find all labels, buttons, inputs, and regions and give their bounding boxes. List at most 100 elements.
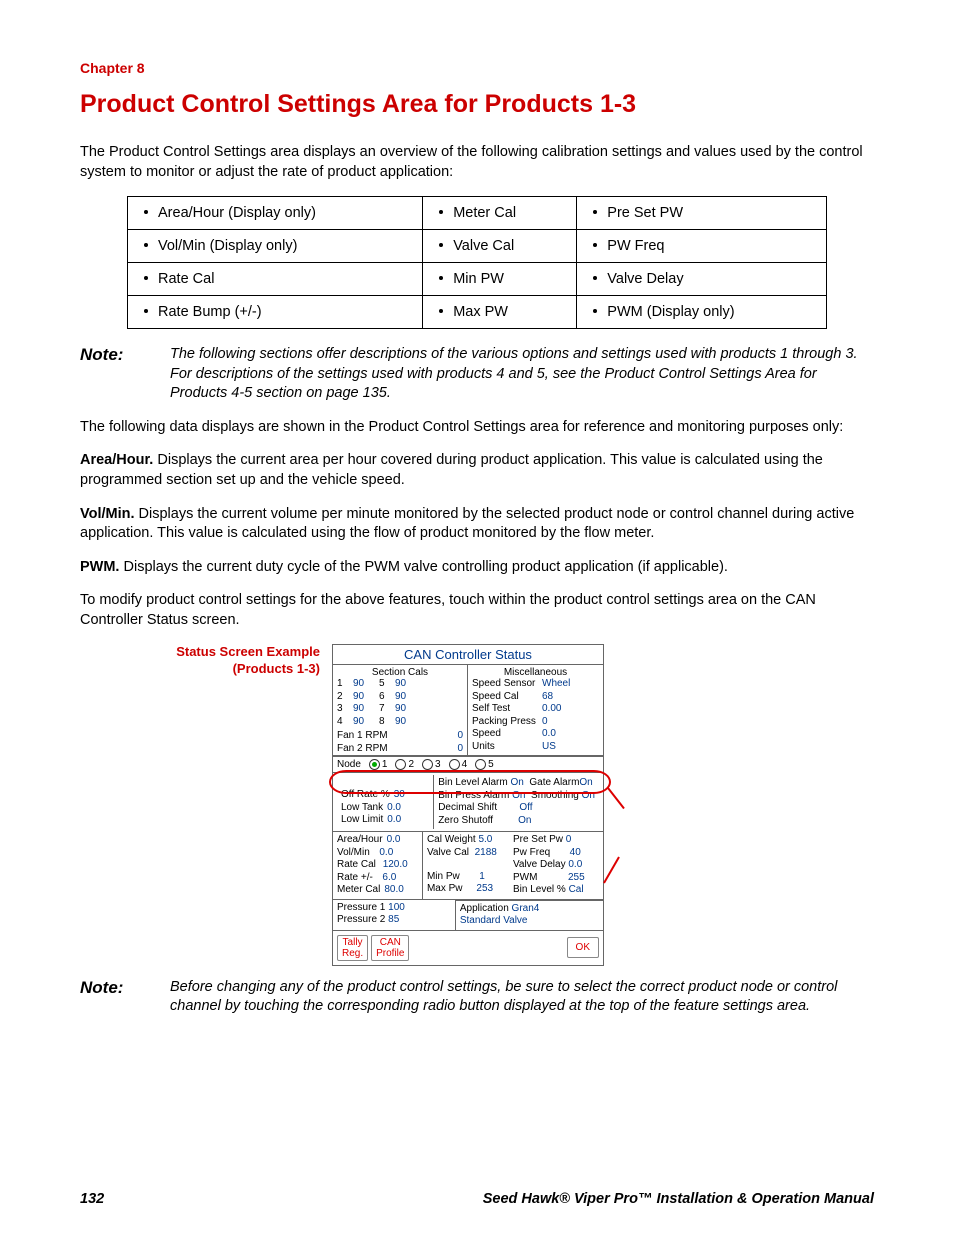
definition-area-hour: Area/Hour. Displays the current area per…	[80, 451, 874, 490]
kv-v: On	[579, 777, 592, 788]
kv-k: Rate Cal	[337, 859, 376, 872]
kv-v: 40	[570, 847, 581, 858]
def-text: Displays the current area per hour cover…	[80, 452, 823, 488]
sec-n: 1	[337, 678, 349, 691]
cell: Valve Delay	[607, 271, 683, 287]
can-profile-button[interactable]: CAN Profile	[371, 935, 409, 961]
kv-k: Bin Level Alarm	[438, 777, 507, 788]
kv-k: Valve Delay	[513, 859, 566, 870]
red-callout-line	[607, 788, 625, 810]
kv-v: 253	[476, 883, 493, 894]
kv-k: Pw Freq	[513, 847, 550, 858]
kv-v: Gran4	[512, 903, 540, 914]
node-label: Node	[337, 759, 361, 770]
node-radio-1[interactable]: 1	[369, 759, 388, 770]
node-radio-3[interactable]: 3	[422, 759, 441, 770]
section-cals-header: Section Cals	[333, 665, 467, 678]
sec-n: 2	[337, 691, 349, 704]
kv-v: 0.0	[387, 814, 401, 827]
kv-v: On	[518, 815, 531, 826]
paragraph: To modify product control settings for t…	[80, 591, 874, 630]
note-text: The following sections offer description…	[170, 345, 874, 404]
kv-k: Max Pw	[427, 883, 463, 894]
note-label: Note:	[80, 345, 170, 404]
bullet-icon	[144, 276, 148, 280]
misc-v: 0	[542, 716, 599, 729]
application-block: Application Gran4 Standard Valve	[455, 900, 603, 930]
bullet-icon	[439, 243, 443, 247]
misc-k: Units	[472, 741, 542, 754]
def-text: Displays the current volume per minute m…	[80, 506, 854, 542]
sec-v: 90	[353, 703, 375, 716]
page-number: 132	[80, 1191, 104, 1207]
cell: Valve Cal	[453, 238, 514, 254]
sec-n: 3	[337, 703, 349, 716]
kv-k: Decimal Shift	[438, 802, 497, 813]
fan2-value: 0	[457, 743, 463, 756]
bullet-icon	[144, 210, 148, 214]
def-text: Displays the current duty cycle of the P…	[124, 559, 728, 575]
note-text: Before changing any of the product contr…	[170, 978, 874, 1017]
sec-n: 5	[379, 678, 391, 691]
node-num: 1	[382, 759, 388, 770]
kv-k: Smoothing	[531, 790, 579, 801]
kv-v: 0.0	[387, 834, 401, 847]
cell: Vol/Min (Display only)	[158, 238, 297, 254]
node-radio-4[interactable]: 4	[449, 759, 468, 770]
caption-line-1: Status Screen Example	[176, 644, 320, 659]
kv-v: 255	[568, 872, 585, 883]
settings-table: Area/Hour (Display only) Meter Cal Pre S…	[127, 196, 827, 329]
paragraph: The following data displays are shown in…	[80, 418, 874, 438]
kv-v: 120.0	[383, 859, 408, 872]
kv-k: PWM	[513, 872, 537, 883]
pressure-block: Pressure 1 100 Pressure 2 85	[333, 900, 455, 930]
kv-k: Meter Cal	[337, 884, 380, 897]
bullet-icon	[439, 276, 443, 280]
fan2-label: Fan 2 RPM	[337, 743, 388, 756]
shot-title: CAN Controller Status	[333, 645, 603, 665]
misc-v: 0.0	[542, 728, 599, 741]
kv-v: 0	[566, 834, 572, 845]
bullet-icon	[439, 309, 443, 313]
cell: Meter Cal	[453, 205, 516, 221]
kv-k: Area/Hour	[337, 834, 383, 847]
tally-reg-button[interactable]: Tally Reg.	[337, 935, 368, 961]
definition-vol-min: Vol/Min. Displays the current volume per…	[80, 505, 874, 544]
misc-k: Packing Press	[472, 716, 542, 729]
kv-v: 85	[388, 914, 399, 925]
misc-header: Miscellaneous	[468, 665, 603, 678]
kv-v: 0.0	[379, 847, 393, 860]
kv-k: Zero Shutoff	[438, 815, 493, 826]
can-controller-screenshot[interactable]: CAN Controller Status Section Cals 19059…	[332, 644, 604, 966]
misc-v: US	[542, 741, 599, 754]
bullet-icon	[593, 210, 597, 214]
kv-k: Cal Weight	[427, 834, 476, 845]
bullet-icon	[439, 210, 443, 214]
valve-label: Standard Valve	[460, 915, 599, 928]
fan1-value: 0	[457, 730, 463, 743]
page-heading: Product Control Settings Area for Produc…	[80, 90, 874, 119]
node-radio-2[interactable]: 2	[395, 759, 414, 770]
cell: Max PW	[453, 304, 508, 320]
cell: Min PW	[453, 271, 504, 287]
note-block-2: Note: Before changing any of the product…	[80, 978, 874, 1017]
screenshot-caption: Status Screen Example (Products 1-3)	[80, 644, 332, 678]
kv-v: 0.0	[568, 859, 582, 870]
ok-button[interactable]: OK	[567, 937, 599, 958]
sec-v: 90	[395, 716, 417, 729]
kv-v: Cal	[569, 884, 584, 895]
cell: Area/Hour (Display only)	[158, 205, 316, 221]
misc-v: 0.00	[542, 703, 599, 716]
kv-v: 5.0	[478, 834, 492, 845]
kv-k: Bin Level %	[513, 884, 566, 895]
node-selector-row: Node 1 2 3 4 5	[333, 756, 603, 773]
node-radio-5[interactable]: 5	[475, 759, 494, 770]
cell: Pre Set PW	[607, 205, 683, 221]
kv-k: Gate Alarm	[529, 777, 579, 788]
note-block-1: Note: The following sections offer descr…	[80, 345, 874, 404]
cell: PW Freq	[607, 238, 664, 254]
kv-k: Bin Press Alarm	[438, 790, 509, 801]
def-label: Area/Hour.	[80, 452, 153, 468]
mid-right-block: Bin Level Alarm On Gate AlarmOn Bin Pres…	[433, 775, 599, 829]
fan1-label: Fan 1 RPM	[337, 730, 388, 743]
